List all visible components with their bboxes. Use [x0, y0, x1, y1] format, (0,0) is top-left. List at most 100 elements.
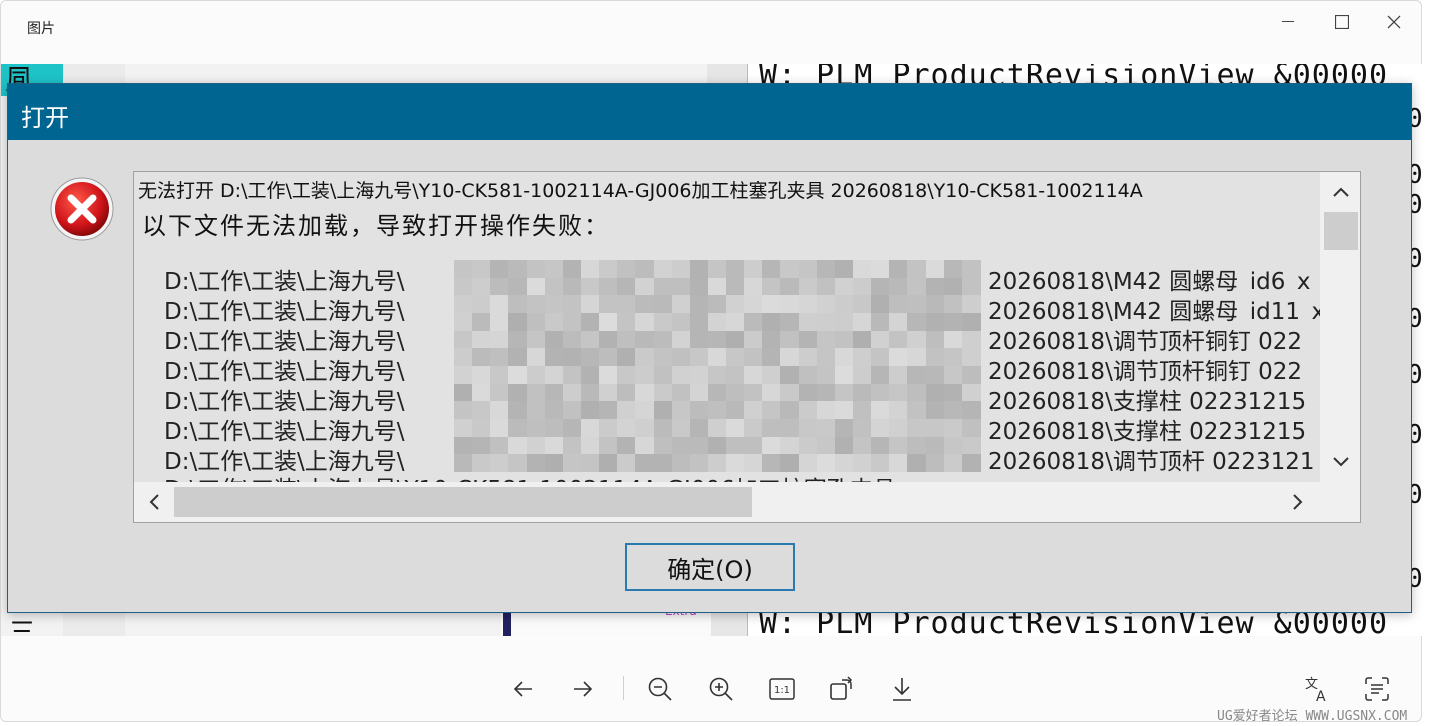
- ok-button[interactable]: 确定(O): [625, 543, 795, 591]
- redaction-pixel: [816, 295, 836, 314]
- redaction-pixel: [925, 330, 945, 349]
- redaction-pixel: [653, 295, 673, 314]
- redaction-pixel: [490, 454, 510, 473]
- redaction-pixel: [454, 330, 473, 349]
- redaction-pixel: [617, 277, 637, 296]
- redaction-pixel: [762, 401, 782, 420]
- redaction-pixel: [562, 313, 582, 331]
- redaction-pixel: [490, 383, 510, 402]
- redaction-pixel: [871, 295, 891, 314]
- redaction-pixel: [907, 348, 927, 367]
- redaction-pixel: [816, 419, 836, 437]
- minimize-button[interactable]: [1265, 7, 1311, 37]
- next-button[interactable]: [563, 669, 603, 709]
- redaction-pixel: [798, 366, 818, 384]
- redaction-pixel: [943, 330, 963, 349]
- horizontal-scrollbar[interactable]: [134, 482, 1320, 522]
- redaction-pixel: [780, 454, 800, 473]
- redaction-pixel: [508, 436, 528, 455]
- redaction-pixel: [562, 348, 582, 367]
- scroll-right-button[interactable]: [1284, 488, 1312, 516]
- redaction-pixel: [943, 277, 963, 296]
- redaction-pixel: [961, 436, 981, 455]
- redaction-pixel: [599, 277, 619, 296]
- redaction-pixel: [798, 454, 818, 473]
- redaction-pixel: [526, 436, 546, 455]
- download-icon: [893, 678, 911, 701]
- redaction-pixel: [653, 277, 673, 296]
- redaction-pixel: [925, 366, 945, 384]
- file-path-suffix: 20260818\调节顶杆铜钉 022: [988, 329, 1303, 352]
- redaction-pixel: [671, 454, 691, 473]
- redaction-pixel: [508, 383, 528, 402]
- redaction-pixel: [508, 330, 528, 349]
- translate-icon: 文A: [1305, 677, 1326, 703]
- zoom-in-button[interactable]: [701, 669, 741, 709]
- vertical-scrollbar[interactable]: [1320, 172, 1360, 482]
- redaction-pixel: [707, 260, 727, 278]
- redaction-pixel: [907, 401, 927, 420]
- redaction-pixel: [744, 330, 764, 349]
- maximize-button[interactable]: [1319, 7, 1365, 37]
- error-message-path: 无法打开 D:\工作\工装\上海九号\Y10-CK581-1002114A-GJ…: [138, 180, 1143, 202]
- redaction-pixel: [580, 401, 600, 420]
- redaction-pixel: [472, 277, 492, 296]
- window-title: 图片: [27, 21, 55, 37]
- redaction-pixel: [925, 436, 945, 455]
- redaction-pixel: [490, 277, 510, 296]
- redaction-pixel: [780, 348, 800, 367]
- save-button[interactable]: [882, 669, 922, 709]
- file-path-suffix: 20260818\支撑柱 02231215_: [988, 389, 1318, 412]
- redaction-pixel: [762, 419, 782, 437]
- redaction-pixel: [635, 366, 655, 384]
- redaction-pixel: [544, 419, 564, 437]
- redaction-pixel: [853, 260, 873, 278]
- redaction-pixel: [798, 277, 818, 296]
- scroll-down-button[interactable]: [1324, 448, 1358, 476]
- scroll-up-button[interactable]: [1324, 178, 1358, 206]
- redaction-pixel: [871, 436, 891, 455]
- redaction-pixel: [635, 383, 655, 402]
- redaction-pixel: [490, 348, 510, 367]
- error-message-box[interactable]: 无法打开 D:\工作\工装\上海九号\Y10-CK581-1002114A-GJ…: [133, 171, 1361, 523]
- close-button[interactable]: [1371, 7, 1417, 37]
- vertical-scroll-thumb[interactable]: [1324, 212, 1358, 250]
- file-path-suffix: 20260818\M42 圆螺母_id11_x: [988, 299, 1324, 322]
- redaction-pixel: [744, 401, 764, 420]
- redaction-pixel: [635, 401, 655, 420]
- zoom-out-button[interactable]: [640, 669, 680, 709]
- redaction-pixel: [689, 383, 709, 402]
- redaction-pixel: [617, 383, 637, 402]
- redaction-pixel: [925, 348, 945, 367]
- redaction-pixel: [780, 436, 800, 455]
- open-error-dialog: 打开 无法打开 D:\工作\工装\上海九号\Y10-CK581-1002114A…: [7, 83, 1412, 613]
- redaction-pixel: [925, 313, 945, 331]
- previous-button[interactable]: [503, 669, 543, 709]
- chevron-right-icon: [1293, 494, 1303, 510]
- redaction-pixel: [798, 383, 818, 402]
- extract-text-button[interactable]: [1357, 669, 1397, 709]
- redaction-pixel: [635, 454, 655, 473]
- horizontal-scroll-thumb[interactable]: [174, 487, 752, 517]
- rotate-button[interactable]: [821, 669, 861, 709]
- redaction-pixel: [907, 277, 927, 296]
- redaction-pixel: [617, 454, 637, 473]
- redaction-pixel: [472, 454, 492, 473]
- redaction-pixel: [562, 383, 582, 402]
- redaction-pixel: [508, 366, 528, 384]
- redaction-pixel: [798, 313, 818, 331]
- redaction-pixel: [526, 419, 546, 437]
- translate-button[interactable]: 文A: [1297, 669, 1337, 709]
- redaction-pixel: [762, 436, 782, 455]
- redaction-pixel: [562, 260, 582, 278]
- close-icon: [1387, 15, 1401, 29]
- redaction-pixel: [472, 313, 492, 331]
- redaction-pixel: [889, 260, 909, 278]
- redaction-pixel: [925, 277, 945, 296]
- redaction-pixel: [943, 366, 963, 384]
- redaction-pixel: [653, 383, 673, 402]
- actual-size-button[interactable]: 1:1: [762, 669, 802, 709]
- file-path-suffix: 20260818\调节顶杆铜钉 022: [988, 359, 1303, 382]
- scroll-left-button[interactable]: [140, 488, 168, 516]
- redaction-pixel: [925, 260, 945, 278]
